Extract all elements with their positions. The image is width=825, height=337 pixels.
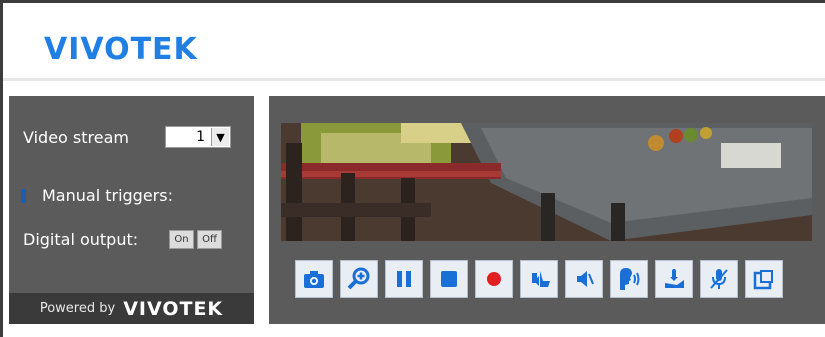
control-sidebar: Video stream 1 ▼ Manual triggers: Digita…	[9, 96, 254, 324]
fullscreen-icon	[753, 270, 773, 290]
header-divider	[3, 78, 825, 81]
video-stream-value: 1	[196, 129, 205, 145]
digital-zoom-button[interactable]	[340, 260, 378, 298]
video-viewer-panel	[269, 96, 825, 324]
expand-bullet-icon	[21, 189, 26, 203]
snapshot-icon	[304, 271, 324, 288]
digital-zoom-icon	[347, 267, 370, 290]
talk-icon	[620, 268, 640, 290]
digital-output-off-button[interactable]: Off	[197, 230, 222, 249]
mute-icon	[577, 271, 594, 287]
microphone-volume-icon	[665, 269, 684, 288]
record-icon	[487, 272, 501, 286]
video-stream-select[interactable]: 1 ▼	[165, 126, 231, 148]
talk-button[interactable]	[610, 260, 648, 298]
chevron-down-icon[interactable]: ▼	[211, 128, 229, 146]
manual-triggers[interactable]: Manual triggers:	[21, 186, 173, 205]
video-stream-label: Video stream	[23, 128, 129, 147]
record-button[interactable]	[475, 260, 513, 298]
vivotek-logo: VIVOTEK	[44, 32, 198, 67]
digital-output-on-button[interactable]: On	[169, 230, 194, 249]
microphone-mute-button[interactable]	[700, 260, 738, 298]
digital-output-label: Digital output:	[23, 230, 139, 249]
snapshot-button[interactable]	[295, 260, 333, 298]
powered-by-text: Powered by	[39, 301, 116, 316]
microphone-volume-button[interactable]	[655, 260, 693, 298]
volume-icon	[528, 271, 550, 287]
powered-by-bar: Powered by VIVOTEK	[9, 293, 254, 324]
stop-icon	[441, 271, 457, 287]
pause-button[interactable]	[385, 260, 423, 298]
mute-button[interactable]	[565, 260, 603, 298]
playback-toolbar	[295, 260, 783, 298]
stop-button[interactable]	[430, 260, 468, 298]
live-video-feed[interactable]	[281, 123, 812, 241]
microphone-mute-icon	[710, 269, 728, 289]
window-top-border	[0, 0, 825, 3]
fullscreen-button[interactable]	[745, 260, 783, 298]
volume-button[interactable]	[520, 260, 558, 298]
window-left-border	[0, 0, 3, 337]
powered-by-logo: VIVOTEK	[123, 297, 224, 320]
pause-icon	[397, 271, 411, 287]
manual-triggers-label: Manual triggers:	[42, 186, 173, 205]
